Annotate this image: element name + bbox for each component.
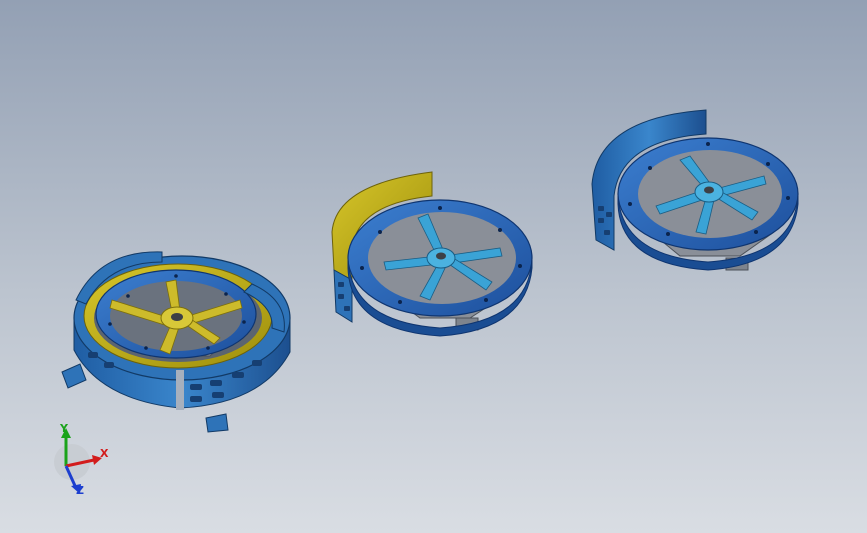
wheel-assembly-left[interactable]: [61, 251, 291, 433]
3d-viewport[interactable]: Y X Z: [0, 0, 867, 533]
model-scene[interactable]: [0, 0, 867, 533]
wheel-assembly-right[interactable]: [591, 109, 799, 271]
mount-tab: [205, 413, 229, 433]
hub-nut: [171, 313, 183, 321]
mount-tab: [61, 363, 87, 389]
housing-gap: [176, 370, 184, 410]
wheel-assembly-middle[interactable]: [331, 171, 533, 337]
z-axis-label: Z: [76, 484, 84, 497]
x-axis-label: X: [100, 447, 109, 460]
hub-nut: [704, 186, 714, 194]
hub-nut: [436, 252, 446, 260]
y-axis-label: Y: [60, 422, 68, 435]
